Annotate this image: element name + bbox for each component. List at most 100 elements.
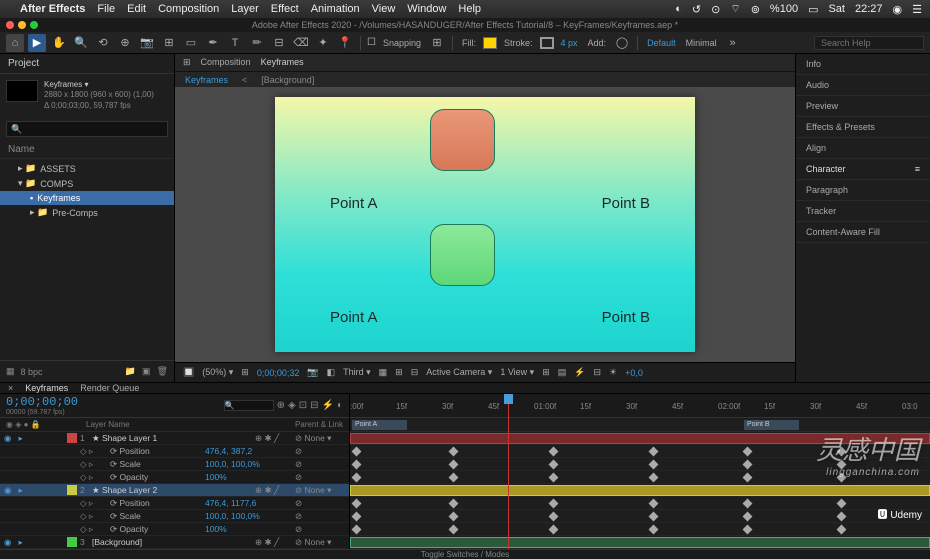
exposure-icon[interactable]: ☀	[609, 367, 617, 378]
menu-file[interactable]: File	[97, 3, 115, 15]
panel-character[interactable]: Character≡	[796, 159, 930, 180]
flowchart-icon[interactable]: ⊞	[183, 57, 191, 68]
search-input[interactable]	[814, 36, 924, 50]
layer-row[interactable]: ◉ ▸1★ Shape Layer 1⊕ ✱ ╱⊘ None ▾	[0, 432, 349, 445]
traffic-lights[interactable]	[6, 21, 38, 29]
playhead[interactable]	[508, 394, 509, 549]
selection-tool[interactable]: ▶	[28, 34, 46, 52]
property-row[interactable]: ◇ ▹⟳ Opacity100%⊘	[0, 523, 349, 536]
roto-tool[interactable]: ✦	[314, 34, 332, 52]
shape-layer-1[interactable]	[430, 109, 495, 171]
shape-layer-2[interactable]	[430, 224, 495, 286]
marker-point-a[interactable]: Point A	[352, 420, 407, 430]
stroke-width[interactable]: 4 px	[561, 38, 578, 48]
timeline-icon[interactable]: ×	[8, 383, 13, 393]
zoom-dropdown[interactable]: (50%) ▾	[202, 367, 233, 378]
property-row[interactable]: ◇ ▹⟳ Opacity100%⊘	[0, 471, 349, 484]
menu-composition[interactable]: Composition	[158, 3, 219, 15]
flow-tab-background[interactable]: [Background]	[261, 75, 314, 85]
snapping-checkbox[interactable]: ☐	[367, 37, 376, 48]
view-opts-icon[interactable]: ⊞	[542, 367, 550, 378]
clone-tool[interactable]: ⊟	[270, 34, 288, 52]
tl-graph-icon[interactable]: ◈	[288, 400, 296, 411]
panel-tracker[interactable]: Tracker	[796, 201, 930, 222]
camera-tool[interactable]: 📷	[138, 34, 156, 52]
marker-point-b[interactable]: Point B	[744, 420, 799, 430]
tl-mb-icon[interactable]: ◐	[337, 400, 343, 411]
magnification-icon[interactable]: 🔲	[183, 367, 194, 378]
viewer[interactable]: Point A Point B Point A Point B	[175, 87, 795, 362]
composition-canvas[interactable]: Point A Point B Point A Point B	[275, 97, 695, 352]
comp-crumb[interactable]: Keyframes	[261, 57, 304, 67]
views-dropdown[interactable]: 1 View ▾	[500, 367, 534, 378]
timeline-icon[interactable]: ⊟	[593, 367, 601, 378]
tl-shy-icon[interactable]: ⊟	[310, 400, 318, 411]
timeline-tracks[interactable]: :00f15f30f45f01:00f15f30f45f02:00f15f30f…	[350, 394, 930, 549]
property-row[interactable]: ◇ ▹⟳ Scale100,0, 100,0%⊘	[0, 458, 349, 471]
snap-icon[interactable]: ⊞	[428, 34, 446, 52]
timeline-search[interactable]	[224, 400, 274, 411]
timeline-footer[interactable]: Toggle Switches / Modes	[0, 549, 930, 559]
menu-edit[interactable]: Edit	[127, 3, 146, 15]
panel-audio[interactable]: Audio	[796, 75, 930, 96]
folder-assets[interactable]: ▸ 📁 ASSETS	[0, 161, 174, 176]
panel-preview[interactable]: Preview	[796, 96, 930, 117]
tl-tab-render[interactable]: Render Queue	[80, 383, 139, 393]
fast-preview-icon[interactable]: ⚡	[574, 367, 585, 378]
pan-behind-tool[interactable]: ⊞	[160, 34, 178, 52]
maximize-icon[interactable]	[30, 21, 38, 29]
layer-row[interactable]: ◉ ▸2★ Shape Layer 2⊕ ✱ ╱⊘ None ▾	[0, 484, 349, 497]
property-row[interactable]: ◇ ▹⟳ Position476,4, 1177,6⊘	[0, 497, 349, 510]
property-row[interactable]: ◇ ▹⟳ Scale100,0, 100,0%⊘	[0, 510, 349, 523]
pen-tool[interactable]: ✒	[204, 34, 222, 52]
grid-icon[interactable]: ⊞	[395, 367, 403, 378]
home-tool[interactable]: ⌂	[6, 34, 24, 52]
tl-tab-keyframes[interactable]: Keyframes	[25, 383, 68, 393]
comp-keyframes[interactable]: ▪ Keyframes	[0, 191, 174, 205]
rotate-tool[interactable]: ⊕	[116, 34, 134, 52]
puppet-tool[interactable]: 📍	[336, 34, 354, 52]
workspace-minimal[interactable]: Minimal	[686, 38, 717, 48]
close-icon[interactable]	[6, 21, 14, 29]
new-folder-icon[interactable]: 📁	[125, 366, 136, 377]
zoom-tool[interactable]: 🔍	[72, 34, 90, 52]
menu-help[interactable]: Help	[458, 3, 481, 15]
layer-row[interactable]: ◉ ▸3[Background]⊕ ✱ ╱⊘ None ▾	[0, 536, 349, 549]
current-timecode[interactable]: 0;00;00;00	[6, 395, 78, 409]
new-comp-icon[interactable]: ▣	[142, 366, 151, 377]
stroke-swatch[interactable]	[540, 37, 554, 49]
shape-tool[interactable]: ▭	[182, 34, 200, 52]
current-time[interactable]: 0;00;00;32	[257, 368, 300, 378]
panel-effects[interactable]: Effects & Presets	[796, 117, 930, 138]
orbit-tool[interactable]: ⟲	[94, 34, 112, 52]
property-row[interactable]: ◇ ▹⟳ Position476,4, 387,2⊘	[0, 445, 349, 458]
panel-align[interactable]: Align	[796, 138, 930, 159]
panel-paragraph[interactable]: Paragraph	[796, 180, 930, 201]
bpc-toggle[interactable]: 8 bpc	[21, 367, 43, 377]
tl-draft-icon[interactable]: ⊡	[299, 400, 307, 411]
search-icon[interactable]: ☰	[912, 3, 922, 16]
interpret-icon[interactable]: ▦	[6, 366, 15, 377]
fill-swatch[interactable]	[483, 37, 497, 49]
channels-icon[interactable]: ◧	[327, 367, 336, 378]
type-tool[interactable]: T	[226, 34, 244, 52]
exposure-value[interactable]: +0,0	[625, 368, 643, 378]
resolution-dropdown[interactable]: Third ▾	[343, 367, 371, 378]
project-search[interactable]	[6, 121, 168, 137]
hand-tool[interactable]: ✋	[50, 34, 68, 52]
resolution-icon[interactable]: ⊞	[241, 367, 249, 378]
comp-thumbnail[interactable]	[6, 80, 38, 102]
tl-filter-icon[interactable]: ⊕	[277, 400, 285, 411]
menu-layer[interactable]: Layer	[231, 3, 259, 15]
app-name[interactable]: After Effects	[20, 3, 85, 15]
menu-effect[interactable]: Effect	[271, 3, 299, 15]
pixel-aspect-icon[interactable]: ▤	[558, 367, 567, 378]
project-tree[interactable]: ▸ 📁 ASSETS ▾ 📁 COMPS ▪ Keyframes ▸ 📁 Pre…	[0, 159, 174, 360]
folder-comps[interactable]: ▾ 📁 COMPS	[0, 176, 174, 191]
snapshot-icon[interactable]: 📷	[307, 367, 318, 378]
eraser-tool[interactable]: ⌫	[292, 34, 310, 52]
minimize-icon[interactable]	[18, 21, 26, 29]
camera-dropdown[interactable]: Active Camera ▾	[426, 367, 492, 378]
workspace-default[interactable]: Default	[647, 38, 676, 48]
menu-view[interactable]: View	[372, 3, 396, 15]
